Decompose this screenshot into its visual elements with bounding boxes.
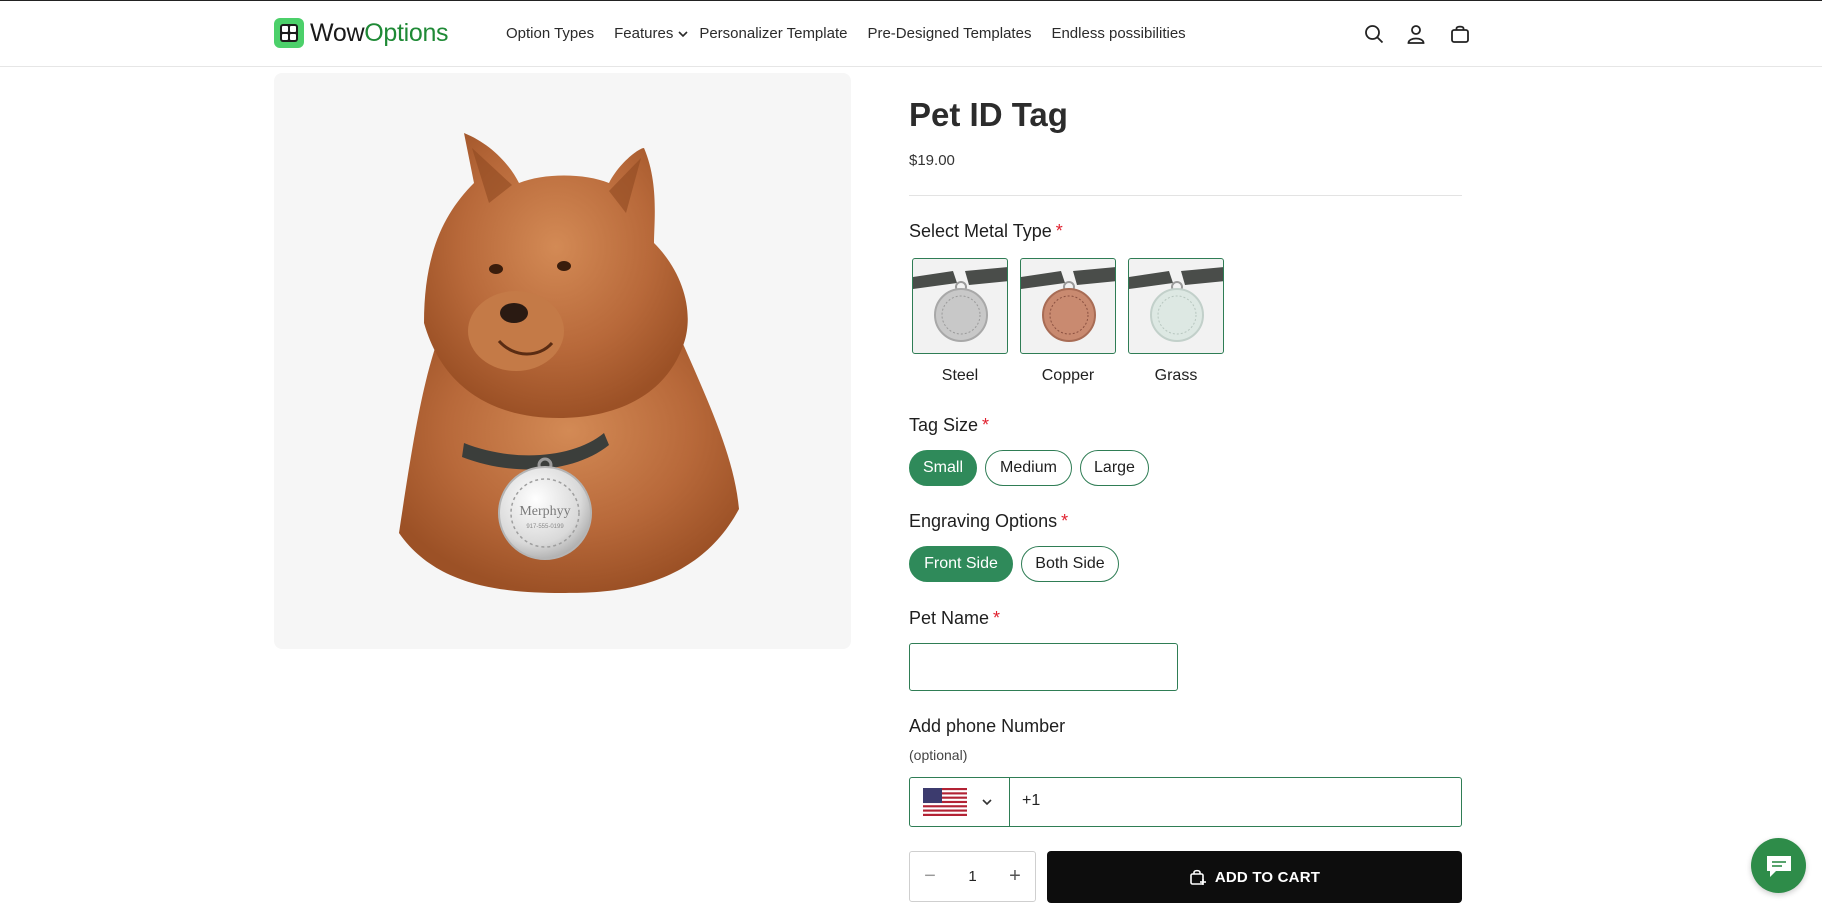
quantity-stepper: − 1 + [909,851,1036,902]
pet-name-label: Pet Name * [909,608,1001,628]
swatch-grass[interactable] [1128,258,1224,354]
site-header: WowOptions Option Types Features Persona… [0,0,1822,67]
swatch-label-copper: Copper [1041,367,1095,384]
metal-type-label: Select Metal Type * [909,221,1063,241]
swatch-label-steel: Steel [941,367,979,384]
swatch-label-grass: Grass [1154,367,1198,384]
copper-tag-icon [1021,267,1115,342]
phone-field [909,777,1462,827]
chevron-down-icon [678,30,688,37]
steel-tag-icon [913,267,1007,342]
logo-icon [274,18,304,48]
product-image[interactable]: Merphyy 917-555-0199 [274,73,851,649]
size-small-button[interactable]: Small [909,450,977,486]
quantity-increase-button[interactable]: + [995,852,1035,901]
account-icon[interactable] [1405,23,1427,45]
grass-tag-icon [1129,267,1223,342]
nav-item-option-types[interactable]: Option Types [506,25,594,42]
swatch-steel[interactable] [912,258,1008,354]
product-price: $19.00 [909,152,955,169]
country-select[interactable] [910,778,1010,826]
tag-phone-text: 917-555-0199 [526,524,564,530]
chat-icon [1767,856,1791,877]
tag-size-label: Tag Size * [909,415,990,435]
required-mark: * [1055,221,1063,241]
brand-logo[interactable]: WowOptions [274,18,449,48]
phone-input[interactable] [1022,792,1442,810]
engraving-label: Engraving Options * [909,511,1069,531]
add-to-cart-button[interactable]: ADD TO CART [1047,851,1462,903]
quantity-decrease-button[interactable]: − [910,852,950,901]
product-title: Pet ID Tag [909,96,1068,133]
size-large-button[interactable]: Large [1080,450,1149,486]
quantity-value[interactable]: 1 [950,852,995,901]
swatch-copper[interactable] [1020,258,1116,354]
cart-icon[interactable] [1449,23,1471,45]
bag-plus-icon [1190,869,1206,885]
nav-item-features[interactable]: Features [614,25,689,42]
chat-button[interactable] [1751,838,1806,893]
nav-item-personalizer-template[interactable]: Personalizer Template [699,25,847,42]
size-medium-button[interactable]: Medium [985,450,1072,486]
add-to-cart-label: ADD TO CART [1214,868,1321,886]
chevron-down-icon [982,799,992,806]
brand-name: WowOptions [310,18,449,47]
phone-label: Add phone Number [909,716,1066,736]
tag-name-text: Merphyy [519,504,570,519]
us-flag-icon [923,788,967,816]
engraving-both-side-button[interactable]: Both Side [1021,546,1119,582]
main-nav: Option Types Features Personalizer Templ… [506,25,1206,42]
nav-item-pre-designed-templates[interactable]: Pre-Designed Templates [867,25,1031,42]
search-icon[interactable] [1363,23,1385,45]
dog-illustration: Merphyy 917-555-0199 [399,133,739,593]
phone-optional-note: (optional) [909,747,968,763]
nav-item-endless-possibilities[interactable]: Endless possibilities [1051,25,1185,42]
pet-name-input[interactable] [909,643,1178,691]
required-mark: * [1061,511,1069,531]
engraving-front-side-button[interactable]: Front Side [909,546,1013,582]
required-mark: * [982,415,990,435]
required-mark: * [993,608,1001,628]
divider [909,195,1462,196]
